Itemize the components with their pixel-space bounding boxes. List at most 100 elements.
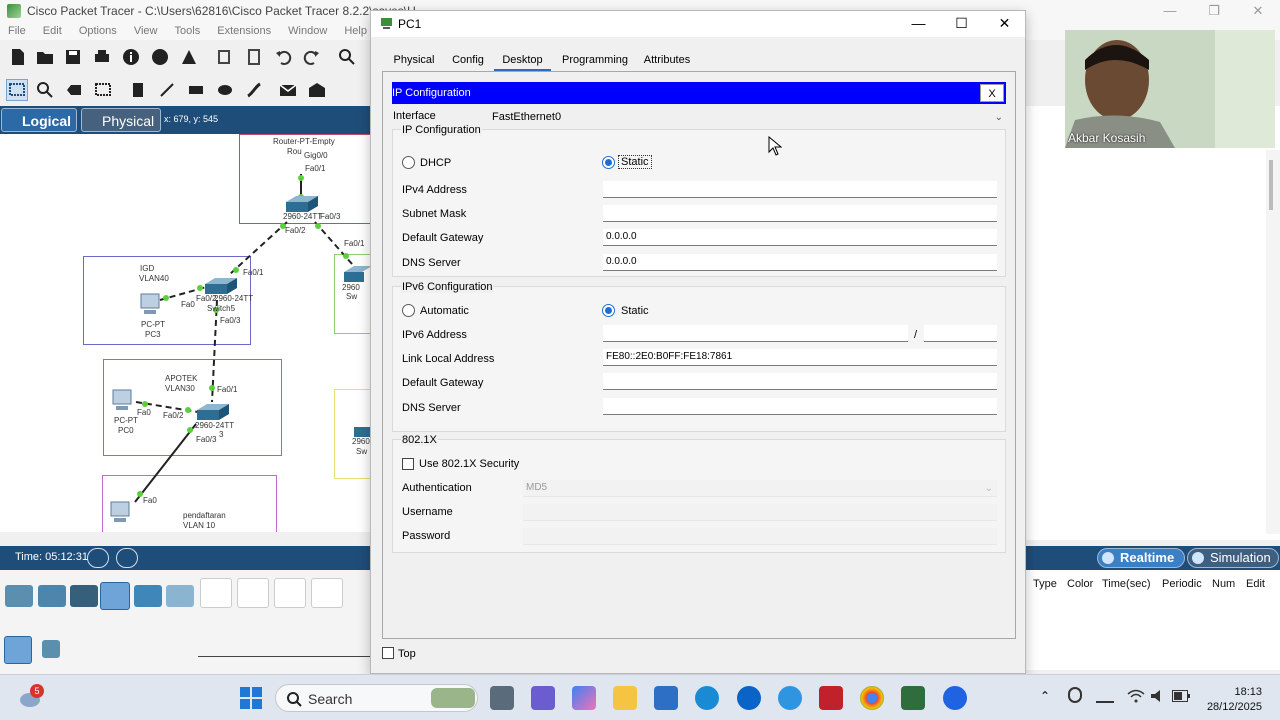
multiuser-icon[interactable]	[166, 585, 194, 607]
tab-physical[interactable]: Physical	[393, 49, 435, 71]
resize-icon[interactable]	[93, 80, 113, 100]
menu-help[interactable]: Help	[344, 22, 367, 40]
save-icon[interactable]	[63, 47, 83, 67]
menu-edit[interactable]: Edit	[43, 22, 62, 40]
username-input[interactable]	[523, 504, 997, 521]
default-gateway-input[interactable]: 0.0.0.0	[603, 229, 997, 246]
file-explorer-icon[interactable]	[613, 686, 637, 710]
menu-tools[interactable]: Tools	[175, 22, 201, 40]
undo-icon[interactable]	[273, 47, 293, 67]
logical-workspace-canvas[interactable]: Router-PT-Empty Rou Gig0/0 Fa0/1 2960-24…	[0, 134, 370, 532]
col-color[interactable]: Color	[1067, 578, 1093, 590]
simulation-button[interactable]: Simulation	[1187, 548, 1279, 568]
main-close-button[interactable]: ✕	[1236, 0, 1280, 22]
taskbar-search-box[interactable]: Search	[275, 684, 478, 712]
pc1-maximize-button[interactable]: ☐	[940, 11, 983, 37]
power-cycle-icon[interactable]	[87, 548, 109, 568]
network-devices-icon[interactable]	[5, 585, 33, 607]
auto-connection-icon[interactable]	[4, 636, 32, 664]
realtime-button[interactable]: Realtime	[1097, 548, 1185, 568]
workspace-vertical-scrollbar[interactable]	[1266, 150, 1280, 534]
windows-start-icon[interactable]	[239, 686, 263, 710]
col-edit[interactable]: Edit	[1246, 578, 1265, 590]
col-type[interactable]: Type	[1033, 578, 1057, 590]
menu-extensions[interactable]: Extensions	[217, 22, 271, 40]
scrollbar-thumb[interactable]	[1269, 160, 1273, 210]
top-checkbox[interactable]	[382, 647, 394, 659]
help-icon[interactable]	[778, 686, 802, 710]
interface-select[interactable]: FastEthernet0 ⌄	[489, 108, 1007, 126]
link-local-input[interactable]: FE80::2E0:B0FF:FE18:7861	[603, 349, 997, 366]
location-icon[interactable]	[1068, 687, 1082, 703]
microsoft-store-icon[interactable]	[654, 686, 678, 710]
crossover-cable-icon[interactable]	[311, 578, 343, 608]
chrome-icon[interactable]	[860, 686, 884, 710]
tab-desktop[interactable]: Desktop	[494, 49, 551, 71]
copy-icon[interactable]	[215, 47, 235, 67]
tab-attributes[interactable]: Attributes	[643, 49, 691, 71]
col-num[interactable]: Num	[1212, 578, 1235, 590]
new-file-icon[interactable]	[8, 47, 28, 67]
console-cable-icon[interactable]	[200, 578, 232, 608]
tab-programming[interactable]: Programming	[562, 49, 628, 71]
use-8021x-checkbox[interactable]	[402, 458, 414, 470]
teams-icon[interactable]	[531, 686, 555, 710]
redo-icon[interactable]	[302, 47, 322, 67]
static-radio[interactable]	[602, 156, 615, 169]
components-icon[interactable]	[70, 585, 98, 607]
packet-tracer-taskbar-icon[interactable]	[901, 686, 925, 710]
tab-physical[interactable]: Physical	[81, 108, 161, 132]
misc-icon[interactable]	[134, 585, 162, 607]
wifi-icon[interactable]	[1127, 689, 1145, 703]
ip-configuration-close-button[interactable]: X	[980, 84, 1004, 102]
copilot-icon[interactable]	[572, 686, 596, 710]
ipv6-prefix-input[interactable]	[924, 325, 997, 342]
straight-cable-icon[interactable]	[274, 578, 306, 608]
zoom-in-icon[interactable]	[337, 47, 357, 67]
col-time[interactable]: Time(sec)	[1102, 578, 1150, 590]
ipv6-address-input[interactable]	[603, 325, 908, 342]
edge-icon[interactable]	[695, 686, 719, 710]
connections-icon[interactable]	[100, 582, 130, 610]
tab-logical[interactable]: Logical	[1, 108, 77, 132]
note-icon[interactable]	[128, 80, 148, 100]
freeform-icon[interactable]	[244, 80, 264, 100]
end-devices-icon[interactable]	[38, 585, 66, 607]
fast-forward-icon[interactable]	[116, 548, 138, 568]
wizard-icon[interactable]	[179, 47, 199, 67]
serial-cable-icon[interactable]	[237, 578, 269, 608]
main-minimize-button[interactable]: —	[1148, 0, 1192, 22]
pen-icon[interactable]	[1096, 689, 1114, 703]
print-icon[interactable]	[92, 47, 112, 67]
menu-file[interactable]: File	[8, 22, 26, 40]
taskbar-clock[interactable]: 18:13 28/12/2025	[1207, 685, 1262, 715]
pc1-titlebar[interactable]: PC1 — ☐ ✕	[371, 11, 1025, 37]
complex-pdu-icon[interactable]	[307, 80, 327, 100]
simple-pdu-icon[interactable]	[278, 80, 298, 100]
inspect-icon[interactable]	[35, 80, 55, 100]
task-view-icon[interactable]	[490, 686, 514, 710]
draw-rectangle-icon[interactable]	[186, 80, 206, 100]
ipv6-gateway-input[interactable]	[603, 373, 997, 390]
pc3-icon[interactable]	[138, 292, 164, 318]
menu-options[interactable]: Options	[79, 22, 117, 40]
tab-config[interactable]: Config	[451, 49, 485, 71]
pc-bottom-icon[interactable]	[108, 500, 134, 526]
hp-icon[interactable]	[737, 686, 761, 710]
mcafee-icon[interactable]	[819, 686, 843, 710]
ipv4-address-input[interactable]	[603, 181, 997, 198]
ipv6-static-radio[interactable]	[602, 304, 615, 317]
volume-icon[interactable]	[1150, 689, 1166, 703]
ipv6-dns-input[interactable]	[603, 398, 997, 415]
pc1-minimize-button[interactable]: —	[897, 11, 940, 37]
show-hidden-icons-chevron-icon[interactable]: ⌃	[1040, 689, 1050, 703]
workspace-canvas-right[interactable]	[1025, 106, 1280, 540]
draw-line-icon[interactable]	[157, 80, 177, 100]
automatic-radio[interactable]	[402, 304, 415, 317]
menu-window[interactable]: Window	[288, 22, 327, 40]
grid-icon[interactable]	[42, 640, 60, 658]
battery-icon[interactable]	[1172, 690, 1190, 702]
pc0-icon[interactable]	[110, 388, 136, 414]
pc1-close-button[interactable]: ✕	[983, 11, 1026, 37]
select-tool-icon[interactable]	[6, 79, 28, 101]
